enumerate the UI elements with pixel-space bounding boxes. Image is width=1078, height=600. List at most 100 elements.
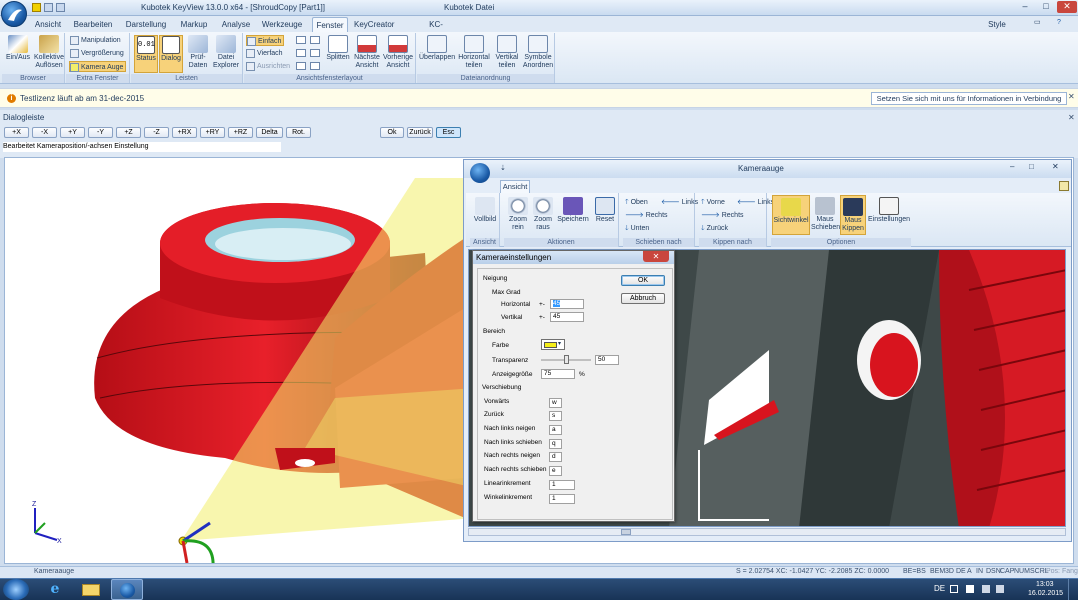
zurueck-button[interactable]: Zurück (407, 127, 433, 138)
maus-kippen-button[interactable]: Maus Kippen (840, 195, 866, 235)
schieben-links-button[interactable]: 🡐 Links (661, 197, 698, 208)
horizontal-input[interactable]: 45 (550, 299, 584, 309)
tab-darstellung[interactable]: Darstellung (124, 17, 168, 32)
zoom-rein-button[interactable]: Zoom rein (506, 197, 530, 232)
kollektive-aufloesen-button[interactable]: Kollektive Auflösen (34, 35, 64, 70)
internet-explorer-icon[interactable]: e (40, 580, 70, 599)
manipulation-button[interactable]: Manipulation (70, 35, 121, 46)
maus-schieben-button[interactable]: Maus Schieben (811, 197, 840, 232)
schieben-rechts-button[interactable]: 🡒 Rechts (625, 210, 668, 221)
plus-rx-button[interactable]: +RX (172, 127, 197, 138)
help-icon[interactable]: ? (1057, 19, 1065, 27)
camera-eye-scrollbar[interactable] (468, 528, 1066, 536)
linearinkrement-input[interactable]: 1 (549, 480, 575, 490)
plus-z-button[interactable]: +Z (116, 127, 141, 138)
vertikal-input[interactable]: 45 (550, 312, 584, 322)
scrollbar-thumb[interactable] (621, 529, 631, 535)
tab-keycreator[interactable]: KeyCreator (354, 17, 394, 32)
minimize-button[interactable]: – (1015, 1, 1035, 13)
app-menu-button[interactable] (1, 1, 27, 27)
kamerauge-qat-icon[interactable]: ⇣ (500, 164, 506, 172)
reset-button[interactable]: Reset (592, 197, 618, 224)
kamerauge-app-icon[interactable] (470, 163, 490, 183)
layout-icon[interactable] (310, 36, 320, 44)
layout-icon[interactable] (310, 49, 320, 57)
slider-thumb[interactable] (563, 355, 569, 364)
tab-analyse[interactable]: Analyse (220, 17, 252, 32)
tray-icon[interactable] (966, 585, 974, 593)
naechste-ansicht-button[interactable]: Nächste Ansicht (352, 35, 382, 70)
contact-button[interactable]: Setzen Sie sich mit uns für Informatione… (871, 92, 1067, 105)
schieben-oben-button[interactable]: 🡑 Oben (625, 197, 648, 208)
kippen-links-button[interactable]: 🡐 Links (737, 197, 774, 208)
ribbon-minimize-icon[interactable]: ▭ (1034, 19, 1042, 27)
plus-x-button[interactable]: +X (4, 127, 29, 138)
vollbild-button[interactable]: Vollbild (472, 197, 498, 224)
kippen-vorne-button[interactable]: 🡑 Vorne (701, 197, 725, 208)
vertikal-teilen-button[interactable]: Vertikal teilen (493, 35, 521, 70)
rot-button[interactable]: Rot. (286, 127, 311, 138)
datei-explorer-button[interactable]: Datei Explorer (211, 35, 241, 70)
style-menu[interactable]: Style ▾ (985, 17, 1009, 44)
ueberlappen-button[interactable]: Überlappen (419, 35, 455, 62)
dialog-bar-close-icon[interactable]: ✕ (1068, 113, 1075, 122)
tab-ansicht[interactable]: Ansicht (34, 17, 62, 32)
minus-x-button[interactable]: -X (32, 127, 57, 138)
volume-icon[interactable] (996, 585, 1004, 593)
key-input-links-schieben[interactable]: q (549, 439, 562, 449)
start-button[interactable] (3, 579, 29, 600)
anzeigegroesse-input[interactable]: 75 (541, 369, 575, 379)
transparenz-input[interactable]: 50 (595, 355, 619, 365)
plus-ry-button[interactable]: +RY (200, 127, 225, 138)
vergroesserung-button[interactable]: Vergrößerung (70, 48, 124, 59)
tab-markup[interactable]: Markup (178, 17, 210, 32)
tab-werkzeuge[interactable]: Werkzeuge (261, 17, 303, 32)
schieben-unten-button[interactable]: 🡓 Unten (625, 223, 649, 234)
plus-rz-button[interactable]: +RZ (228, 127, 253, 138)
info-close-icon[interactable]: ✕ (1068, 92, 1075, 101)
esc-button[interactable]: Esc (436, 127, 461, 138)
key-input-zurueck[interactable]: s (549, 411, 562, 421)
maximize-button[interactable]: □ (1036, 1, 1056, 13)
dialog-cancel-button[interactable]: Abbruch (621, 293, 665, 304)
kamerauge-maximize-button[interactable]: □ (1029, 162, 1034, 171)
key-input-vorwaerts[interactable]: w (549, 398, 562, 408)
tab-bearbeiten[interactable]: Bearbeiten (73, 17, 113, 32)
kamerauge-help-icon[interactable] (1059, 181, 1069, 191)
winkelinkrement-input[interactable]: 1 (549, 494, 575, 504)
quick-save-icon[interactable] (32, 3, 41, 12)
kamerauge-minimize-button[interactable]: – (1010, 162, 1014, 171)
show-desktop-button[interactable] (1068, 579, 1078, 600)
layout-icon[interactable] (296, 49, 306, 57)
vierfach-button[interactable]: Vierfach (246, 48, 283, 59)
kamerauge-tab-ansicht[interactable]: Ansicht (500, 180, 530, 193)
tab-fenster[interactable]: Fenster (312, 17, 348, 32)
einfach-button[interactable]: Einfach (246, 35, 285, 46)
transparenz-slider[interactable] (541, 355, 591, 364)
horizontal-teilen-button[interactable]: Horizontal teilen (457, 35, 491, 70)
ok-button[interactable]: Ok (380, 127, 404, 138)
layout-icon[interactable] (296, 62, 306, 70)
kippen-rechts-button[interactable]: 🡒 Rechts (701, 210, 744, 221)
language-indicator[interactable]: DE (934, 584, 945, 593)
delta-button[interactable]: Delta (256, 127, 283, 138)
explorer-icon[interactable] (76, 580, 106, 599)
vorherige-ansicht-button[interactable]: Vorherige Ansicht (382, 35, 414, 70)
kamera-auge-button[interactable]: Kamera Auge (69, 61, 127, 72)
key-input-links-neigen[interactable]: a (549, 425, 562, 435)
splitten-button[interactable]: Splitten (324, 35, 352, 62)
network-icon[interactable] (982, 585, 990, 593)
quick-access-menu-icon[interactable] (56, 3, 65, 12)
plus-y-button[interactable]: +Y (60, 127, 85, 138)
layout-icon[interactable] (296, 36, 306, 44)
einstellungen-button[interactable]: Einstellungen (867, 197, 911, 224)
tab-kc-einstellungen[interactable]: KC-Einstellungen (406, 17, 466, 44)
keyview-taskbar-button[interactable] (111, 579, 143, 600)
farbe-color-picker[interactable]: ▾ (541, 339, 565, 350)
minus-z-button[interactable]: -Z (144, 127, 169, 138)
zoom-raus-button[interactable]: Zoom raus (531, 197, 555, 232)
kippen-zurueck-button[interactable]: 🡓 Zurück (701, 223, 728, 234)
ein-aus-button[interactable]: Ein/Aus (4, 35, 32, 62)
speichern-button[interactable]: Speichern (556, 197, 590, 224)
ausrichten-button[interactable]: Ausrichten (246, 61, 290, 72)
